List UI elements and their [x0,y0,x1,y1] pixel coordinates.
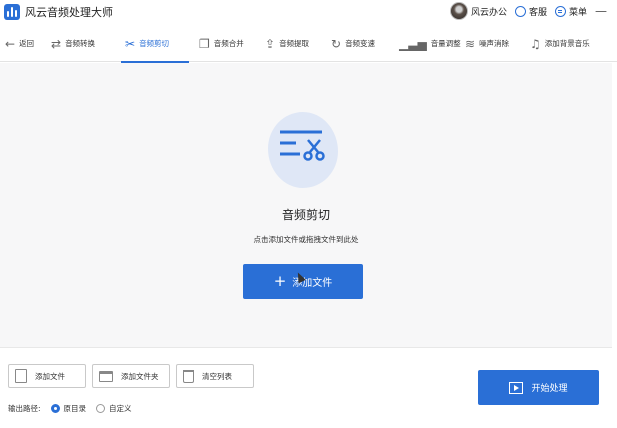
tab-label: 音量调整 [430,39,461,48]
tab-add-bg-music[interactable]: ♫ 添加背景音乐 [530,26,605,62]
arrow-left-icon: ← [5,36,16,51]
volume-icon: ▁▃▅ [399,36,427,51]
play-icon [509,381,524,394]
tool-bar: ← 返回 ⇄ 音频转换 ✂ 音频剪切 ❐ 音频合并 ⇪ 音频提取 ↻ 音频变速 … [0,26,617,63]
tab-audio-cut[interactable]: ✂ 音频剪切 [121,26,189,63]
tab-audio-extract[interactable]: ⇪ 音频提取 [265,26,321,62]
plus-icon: + [273,272,287,290]
add-file-button[interactable]: + 添加文件 [243,264,363,299]
clear-list-button[interactable]: 清空列表 [176,364,254,388]
app-title: 风云音频处理大师 [25,6,113,19]
scissors-list-icon [280,130,325,161]
start-processing-label: 开始处理 [531,384,568,394]
app-logo-icon [4,4,20,20]
tab-label: 噪声消除 [479,39,510,48]
tab-label: 音频转换 [65,39,96,48]
tab-audio-merge[interactable]: ❐ 音频合并 [199,26,255,62]
user-account[interactable]: 风云办公 [449,2,507,20]
trash-icon [183,369,194,383]
user-label: 风云办公 [470,7,507,18]
tab-noise-removal[interactable]: ≋ 噪声消除 [465,26,523,62]
menu-label: 菜单 [568,7,587,18]
extract-icon: ⇪ [265,36,276,51]
clear-list-label: 清空列表 [202,371,232,381]
folder-icon [99,370,113,382]
radio-custom-label: 自定义 [109,404,132,413]
tab-audio-speed[interactable]: ↻ 音频变速 [331,26,389,62]
menu-button[interactable]: 菜单 [554,5,587,18]
tab-label: 音频变速 [345,39,376,48]
add-folder-button[interactable]: 添加文件夹 [92,364,170,388]
radio-original-label: 原目录 [63,404,87,413]
radio-custom-dir[interactable]: 自定义 [96,403,132,414]
back-button[interactable]: ← 返回 [5,26,42,62]
tab-label: 音频合并 [213,39,244,48]
start-processing-button[interactable]: 开始处理 [478,370,599,405]
add-file-small-label: 添加文件 [35,371,65,381]
audio-cut-illustration [268,112,344,188]
service-button[interactable]: 客服 [514,5,547,18]
tab-volume-adjust[interactable]: ▁▃▅ 音量调整 [399,26,461,62]
scissors-icon: ✂ [125,36,136,51]
tab-label: 添加背景音乐 [544,39,590,48]
headset-icon [514,5,526,17]
speed-icon: ↻ [331,36,342,51]
radio-original-dir[interactable]: 原目录 [50,403,87,414]
radio-checked-icon [50,404,60,413]
page-title: 音频剪切 [281,208,330,222]
file-drop-area[interactable]: 音频剪切 点击添加文件或拖拽文件到此处 + 添加文件 [0,63,612,348]
title-bar: 风云音频处理大师 风云办公 客服 菜单 — [0,0,617,24]
drop-hint: 点击添加文件或拖拽文件到此处 [253,235,359,244]
minimize-button[interactable]: — [595,4,607,18]
service-label: 客服 [528,7,547,18]
back-label: 返回 [19,39,35,48]
tab-label: 音频提取 [279,39,310,48]
add-folder-label: 添加文件夹 [121,371,159,381]
tab-label: 音频剪切 [139,39,170,48]
menu-icon [554,5,566,17]
avatar [449,2,468,20]
merge-icon: ❐ [199,36,210,51]
convert-icon: ⇄ [51,36,62,51]
radio-unchecked-icon [96,404,106,413]
file-icon [15,369,27,383]
output-path-label: 输出路径: [8,404,41,413]
noise-icon: ≋ [465,36,476,51]
output-path-row: 输出路径: 原目录 自定义 [8,403,132,414]
tab-audio-convert[interactable]: ⇄ 音频转换 [51,26,107,62]
add-file-small-button[interactable]: 添加文件 [8,364,86,388]
music-icon: ♫ [530,36,541,51]
